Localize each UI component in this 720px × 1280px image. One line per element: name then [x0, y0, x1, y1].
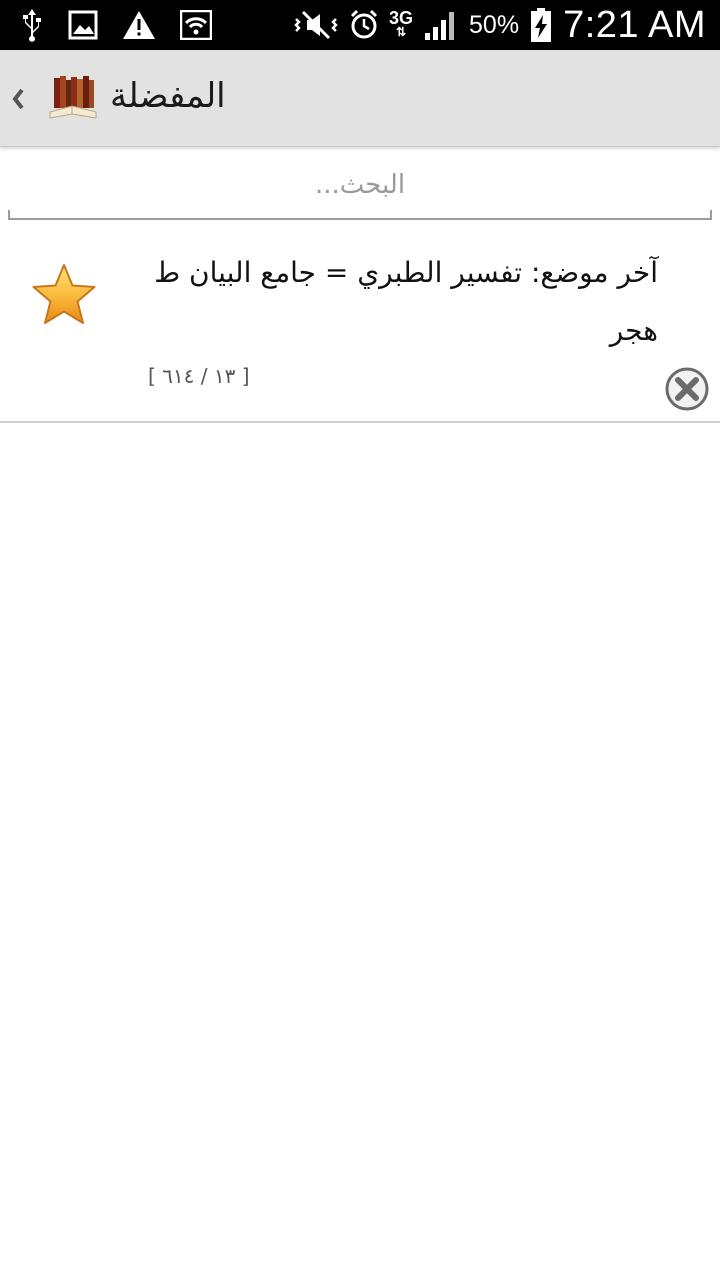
clock: 7:21 AM — [563, 3, 706, 46]
mute-icon — [294, 10, 338, 40]
warning-icon — [123, 11, 155, 39]
status-bar: 3G ⇅ 50% 7:21 AM — [0, 0, 720, 50]
status-bar-system: 3G ⇅ 50% 7:21 AM — [293, 4, 706, 46]
up-chevron-icon[interactable] — [8, 82, 28, 116]
status-bar-notifications — [20, 7, 212, 43]
search-field[interactable] — [8, 160, 712, 222]
battery-percent: 50% — [469, 10, 520, 39]
network-3g-icon: 3G ⇅ — [389, 9, 413, 39]
page-title: المفضلة — [110, 76, 226, 116]
image-icon — [68, 10, 98, 40]
battery-charging-icon — [531, 8, 552, 42]
signal-icon — [425, 12, 455, 40]
usb-icon — [23, 9, 41, 42]
favorite-title: آخر موضع: تفسير الطبري = جامع البيان ط ه… — [154, 256, 658, 347]
search-input[interactable] — [8, 160, 712, 210]
search-underline — [8, 210, 712, 220]
list-item[interactable]: آخر موضع: تفسير الطبري = جامع البيان ط ه… — [0, 228, 720, 423]
star-icon — [32, 264, 96, 324]
wifi-icon — [180, 10, 212, 40]
books-app-icon[interactable] — [48, 74, 98, 122]
action-bar: المفضلة — [0, 50, 720, 147]
favorite-location: [ ١٣ / ٦١٤ ] — [148, 364, 250, 388]
delete-favorite-button[interactable] — [664, 366, 710, 412]
alarm-icon — [350, 9, 378, 39]
